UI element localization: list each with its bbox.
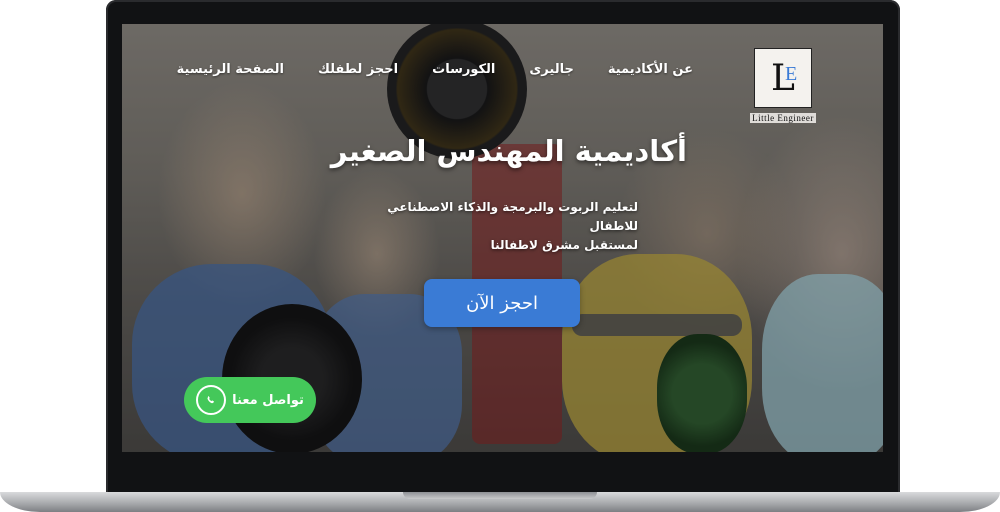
nav-item-book[interactable]: احجز لطفلك: [318, 62, 398, 77]
hero-subtitle-line-1: لتعليم الربوت والبرمجة والذكاء الاصطناعي…: [387, 200, 638, 233]
logo-text: Little Engineer: [750, 113, 816, 123]
whatsapp-icon: [196, 385, 227, 415]
laptop-notch: [403, 492, 597, 499]
hero-subtitle-line-2: لمستقبل مشرق لاطفالنا: [490, 238, 638, 252]
nav-item-courses[interactable]: الكورسات: [432, 62, 495, 77]
hero-title: أكاديمية المهندس الصغير: [330, 134, 687, 168]
book-now-button[interactable]: احجز الآن: [424, 279, 580, 327]
hero-subtitle: لتعليم الربوت والبرمجة والذكاء الاصطناعي…: [338, 198, 638, 255]
whatsapp-contact-button[interactable]: تواصل معنا: [184, 377, 316, 423]
logo-mark: L E: [754, 48, 812, 108]
site-logo[interactable]: L E Little Engineer: [745, 48, 821, 132]
whatsapp-label: تواصل معنا: [232, 392, 304, 408]
nav-item-gallery[interactable]: جاليرى: [529, 62, 573, 77]
website-screen: L E Little Engineer الصفحة الرئيسية احجز…: [122, 24, 883, 452]
nav-item-home[interactable]: الصفحة الرئيسية: [177, 62, 284, 77]
logo-accent-letter: E: [785, 63, 798, 85]
main-nav: الصفحة الرئيسية احجز لطفلك الكورسات جالي…: [177, 62, 693, 77]
nav-item-about[interactable]: عن الأكاديمية: [608, 62, 693, 77]
